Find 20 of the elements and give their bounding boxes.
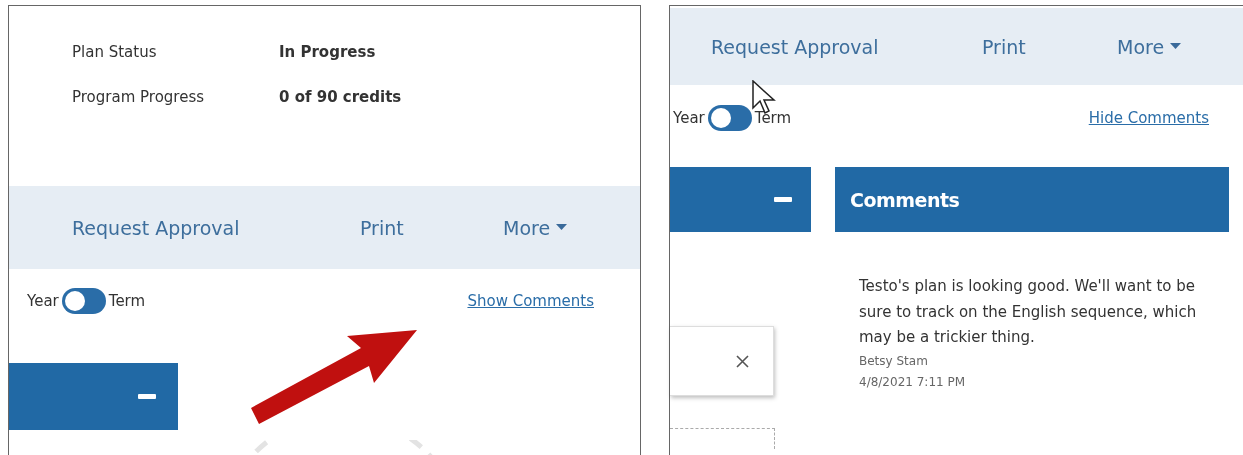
action-link[interactable]: Request Approval	[711, 35, 982, 58]
action-link[interactable]: Print	[982, 35, 1117, 58]
field-label: Plan Status	[72, 42, 158, 61]
toggle-label: Year	[673, 109, 705, 127]
hide-comments-link[interactable]: Hide Comments	[1088, 109, 1209, 127]
comment-author: Betsy Stam	[859, 352, 929, 370]
comment-date: 4/8/2021 7:11 PM	[859, 373, 967, 391]
comments-header: Comments	[835, 167, 1229, 232]
action-link[interactable]: Print	[360, 216, 503, 239]
field-value: In Progress	[279, 42, 376, 61]
toggle-label: Term	[108, 292, 146, 310]
action-link[interactable]: Request Approval	[72, 216, 360, 239]
show-comments-link[interactable]: Show Comments	[467, 292, 594, 310]
more-menu-button[interactable]: More	[503, 216, 568, 239]
field-value: 0 of 90 credits	[279, 87, 402, 106]
field-label: Program Progress	[72, 87, 206, 106]
toggle-label: Year	[27, 292, 59, 310]
comment-text: Testo's plan is looking good. We'll want to be sure to track on the English sequence, which may be a trickier thing.	[859, 276, 1198, 348]
toggle-label: Term	[754, 109, 792, 127]
more-menu-button[interactable]: More	[1117, 35, 1182, 58]
